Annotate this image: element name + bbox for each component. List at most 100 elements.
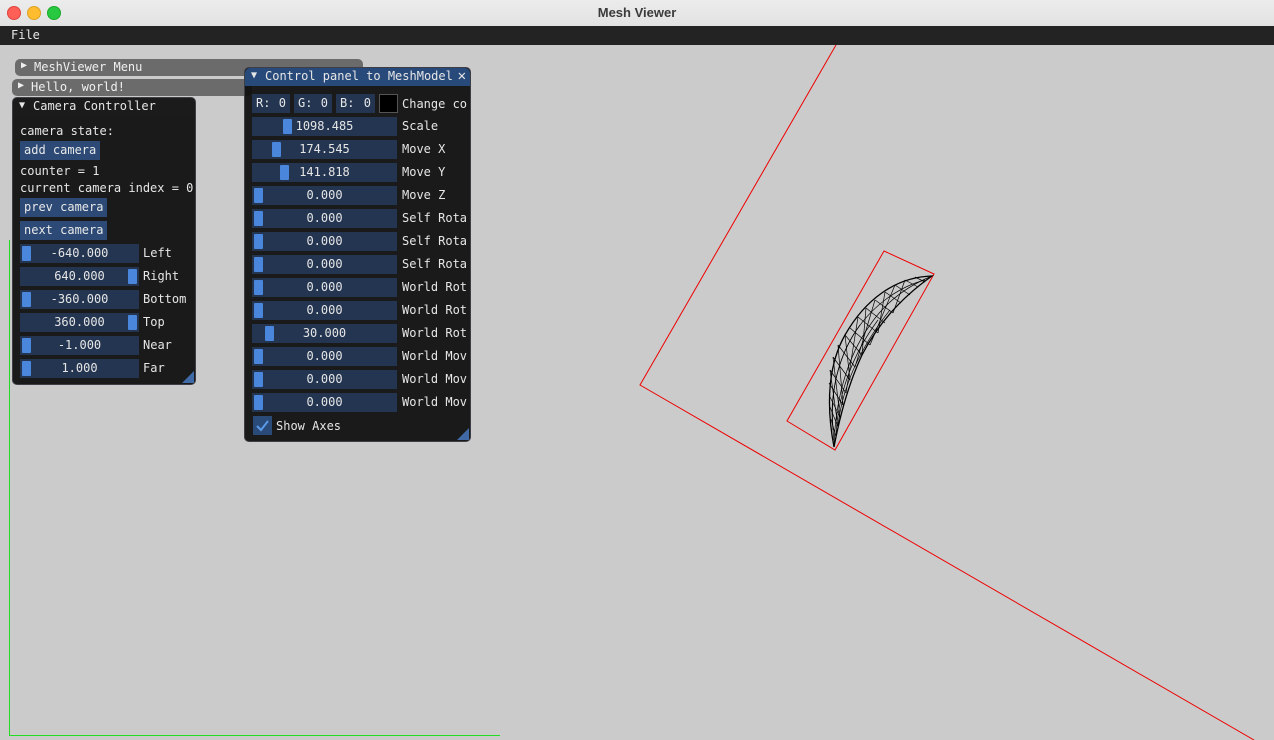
slider-value: 0.000	[306, 372, 343, 386]
camera-slider[interactable]: -360.000	[20, 290, 139, 309]
slider-value: 30.000	[302, 326, 347, 340]
slider-label: World Rot	[402, 280, 468, 294]
slider-label: World Mov	[402, 372, 468, 386]
slider-value: -1.000	[57, 338, 102, 352]
resize-grip-icon[interactable]	[457, 428, 469, 440]
control-panel-window: ▼ Control panel to MeshModel ✕ R: 0 G: 0…	[244, 67, 471, 442]
camera-controller-window: ▼ Camera Controller camera state: add ca…	[12, 97, 196, 385]
camera-slider[interactable]: 1.000	[20, 359, 139, 378]
r-value: 0	[278, 96, 286, 110]
color-swatch-button[interactable]	[379, 94, 398, 113]
camera-slider[interactable]: 640.000	[20, 267, 139, 286]
camera-slider[interactable]: -640.000	[20, 244, 139, 263]
change-color-label: Change co	[402, 97, 468, 111]
camera-slider[interactable]: -1.000	[20, 336, 139, 355]
slider-label: Self Rota	[402, 234, 468, 248]
slider-value: -360.000	[50, 292, 109, 306]
expand-arrow-icon[interactable]: ▶	[18, 80, 24, 91]
slider-label: Top	[143, 315, 165, 329]
show-axes-checkbox[interactable]	[253, 416, 272, 435]
slider-label: Right	[143, 269, 180, 283]
camera-controller-titlebar[interactable]: ▼ Camera Controller	[13, 98, 195, 116]
slider-value: 360.000	[54, 315, 105, 329]
checkmark-icon	[256, 420, 269, 432]
slider-label: World Mov	[402, 349, 468, 363]
model-slider[interactable]: 174.545	[252, 140, 397, 159]
color-r-input[interactable]: R: 0	[252, 94, 290, 113]
model-slider[interactable]: 30.000	[252, 324, 397, 343]
slider-label: Near	[143, 338, 172, 352]
model-slider[interactable]: 0.000	[252, 255, 397, 274]
g-value: 0	[320, 96, 328, 110]
slider-label: World Rot	[402, 303, 468, 317]
slider-label: Move Y	[402, 165, 446, 179]
r-label: R:	[256, 96, 271, 110]
camera-controller-title: Camera Controller	[33, 99, 156, 113]
slider-value: 0.000	[306, 303, 343, 317]
slider-value: 1.000	[61, 361, 98, 375]
slider-value: 640.000	[54, 269, 105, 283]
model-slider[interactable]: 0.000	[252, 370, 397, 389]
slider-label: Bottom	[143, 292, 187, 306]
model-slider[interactable]: 0.000	[252, 186, 397, 205]
world-bounding-box	[639, 45, 1255, 740]
slider-value: 0.000	[306, 234, 343, 248]
expand-arrow-icon[interactable]: ▶	[21, 60, 27, 71]
slider-value: 0.000	[306, 188, 343, 202]
slider-label: Move Z	[402, 188, 446, 202]
show-axes-label: Show Axes	[276, 419, 342, 433]
camera-slider[interactable]: 360.000	[20, 313, 139, 332]
collapse-arrow-icon[interactable]: ▼	[19, 100, 25, 111]
control-panel-title: Control panel to MeshModel	[265, 69, 453, 83]
meshviewer-menu-title: MeshViewer Menu	[34, 60, 143, 74]
slider-value: 0.000	[306, 395, 343, 409]
slider-label: Left	[143, 246, 172, 260]
g-label: G:	[298, 96, 313, 110]
model-slider[interactable]: 141.818	[252, 163, 397, 182]
color-g-input[interactable]: G: 0	[294, 94, 332, 113]
slider-value: 0.000	[306, 257, 343, 271]
hello-world-title: Hello, world!	[31, 80, 125, 94]
b-value: 0	[363, 96, 371, 110]
slider-value: 0.000	[306, 349, 343, 363]
camera-index-text: current camera index = 0	[20, 181, 194, 195]
model-slider[interactable]: 0.000	[252, 301, 397, 320]
slider-label: Far	[143, 361, 165, 375]
slider-value: 141.818	[299, 165, 350, 179]
slider-value: 174.545	[299, 142, 350, 156]
model-slider[interactable]: 0.000	[252, 232, 397, 251]
model-slider[interactable]: 0.000	[252, 393, 397, 412]
camera-resize-grip-icon[interactable]	[182, 371, 194, 383]
window-title: Mesh Viewer	[597, 5, 677, 20]
close-icon[interactable]: ✕	[458, 68, 466, 84]
mesh-wireframe	[828, 275, 935, 448]
menu-bar: File	[0, 26, 1274, 45]
slider-value: 0.000	[306, 211, 343, 225]
b-label: B:	[340, 96, 355, 110]
model-slider[interactable]: 1098.485	[252, 117, 397, 136]
slider-label: Scale	[402, 119, 439, 133]
collapse-arrow-icon[interactable]: ▼	[251, 70, 257, 81]
slider-label: World Mov	[402, 395, 468, 409]
slider-value: 0.000	[306, 280, 343, 294]
color-b-input[interactable]: B: 0	[336, 94, 375, 113]
add-camera-button[interactable]: add camera	[20, 141, 101, 160]
slider-label: Move X	[402, 142, 446, 156]
title-bar: Mesh Viewer	[0, 0, 1274, 27]
counter-text: counter = 1	[20, 164, 100, 178]
model-slider[interactable]: 0.000	[252, 209, 397, 228]
slider-label: World Rot	[402, 326, 468, 340]
slider-value: 1098.485	[295, 119, 354, 133]
menu-file[interactable]: File	[11, 28, 40, 42]
model-bounding-box	[786, 250, 935, 451]
slider-value: -640.000	[50, 246, 109, 260]
camera-state-label: camera state:	[20, 124, 114, 138]
prev-camera-button[interactable]: prev camera	[20, 198, 108, 217]
next-camera-button[interactable]: next camera	[20, 221, 108, 240]
model-slider[interactable]: 0.000	[252, 278, 397, 297]
slider-label: Self Rota	[402, 211, 468, 225]
model-slider[interactable]: 0.000	[252, 347, 397, 366]
hello-world-window[interactable]: ▶ Hello, world!	[12, 79, 252, 96]
slider-label: Self Rota	[402, 257, 468, 271]
control-panel-titlebar[interactable]: ▼ Control panel to MeshModel ✕	[245, 68, 470, 86]
